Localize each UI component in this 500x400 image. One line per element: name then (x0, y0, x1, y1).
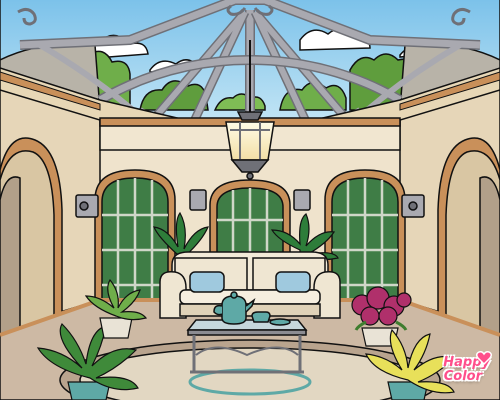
right-archway (437, 137, 500, 346)
teacup (251, 311, 271, 323)
heart-icon (476, 351, 492, 366)
happy-color-logo: Happy Color (416, 346, 492, 392)
left-archway (0, 137, 63, 346)
cushion-left (189, 271, 225, 293)
saucer (269, 318, 291, 326)
game-canvas[interactable]: Happy Color (0, 0, 500, 400)
cushion-right (275, 271, 311, 293)
logo-word-color: Color (443, 368, 482, 384)
sunroom-illustration[interactable] (0, 0, 500, 400)
